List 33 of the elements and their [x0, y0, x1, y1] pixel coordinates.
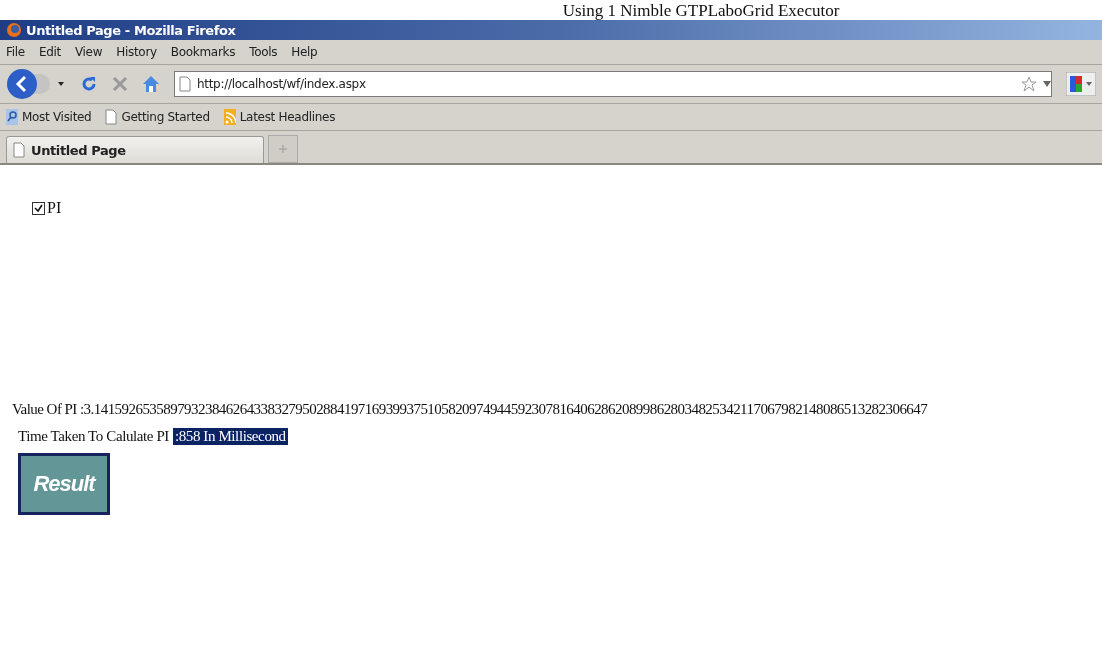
checkbox[interactable]	[32, 201, 45, 215]
menu-item[interactable]: Edit	[38, 45, 61, 59]
menu-item[interactable]: Help	[291, 45, 318, 59]
search-icon	[6, 109, 18, 125]
browser-tab[interactable]: Untitled Page	[6, 136, 264, 163]
bookmark-item[interactable]: Most Visited	[6, 109, 92, 125]
reload-icon[interactable]	[80, 75, 98, 93]
bookmark-item[interactable]: Latest Headlines	[223, 109, 336, 125]
menu-item[interactable]: Tools	[249, 45, 278, 59]
menu-item[interactable]: View	[74, 45, 103, 59]
menu-item[interactable]: Bookmarks	[170, 45, 236, 59]
page-icon	[13, 142, 25, 158]
caption: Using 1 Nimble GTPLaboGrid Executor	[562, 1, 840, 20]
pi-checkbox[interactable]: PI	[32, 199, 1102, 217]
home-icon[interactable]	[142, 75, 160, 93]
feed-icon	[223, 109, 236, 125]
dropdown-icon[interactable]	[1043, 81, 1051, 87]
menu-item[interactable]: File	[6, 45, 25, 59]
bookmark-item[interactable]: Getting Started	[105, 109, 210, 125]
plus-icon	[279, 145, 287, 153]
time-value: :858 In Millisecond	[172, 428, 288, 445]
back-forward-icon[interactable]	[6, 68, 66, 100]
page-icon	[179, 76, 191, 92]
window-title: Untitled Page - Mozilla Firefox	[26, 22, 236, 38]
pi-value-text: Value Of PI :3.141592653589793238462643383279502884197169399375105820974944592307816406286208998628034825342117067982148086513282306647	[12, 401, 929, 418]
time-label: Time Taken To Calulate PI	[18, 428, 169, 445]
search-engine-icon[interactable]	[1066, 72, 1096, 96]
address-field[interactable]: http://localhost/wf/index.aspx	[174, 71, 1052, 97]
star-icon[interactable]	[1021, 76, 1037, 92]
page-icon	[105, 109, 118, 125]
firefox-icon	[6, 22, 22, 38]
stop-icon[interactable]	[112, 76, 128, 92]
menu-item[interactable]: History	[116, 45, 157, 59]
